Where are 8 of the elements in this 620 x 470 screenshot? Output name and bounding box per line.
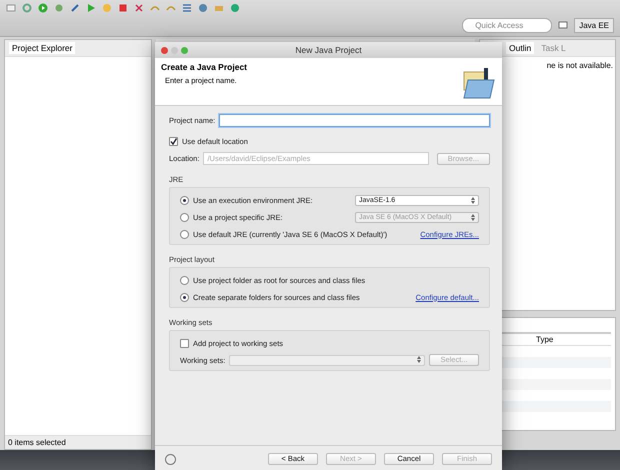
dialog-title: New Java Project [294, 45, 363, 55]
panel-tab[interactable]: Outlin [506, 42, 534, 54]
outline-message: ne is not available. [546, 60, 614, 72]
explorer-tab[interactable]: Project Explorer [9, 42, 76, 54]
status-text: 0 items selected [5, 435, 151, 449]
perspective-button[interactable]: Java EE [574, 18, 614, 32]
wizard-heading: Create a Java Project [161, 62, 248, 72]
quick-access-field[interactable]: Quick Access [462, 18, 552, 32]
